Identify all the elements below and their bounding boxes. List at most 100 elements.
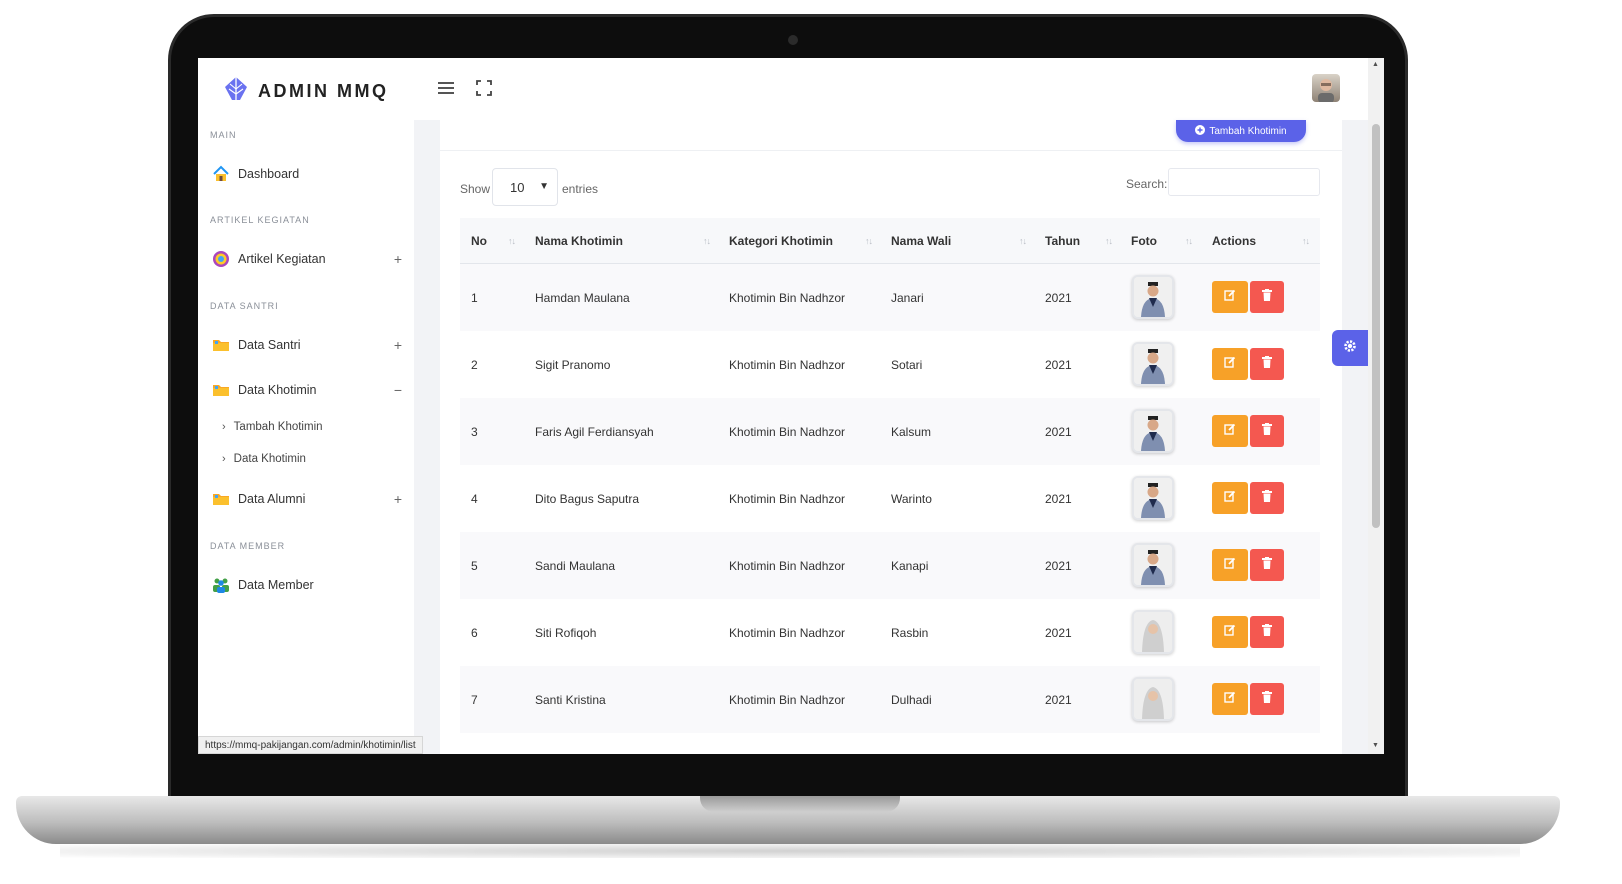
sidebar: ADMIN MMQ MAIN Dashboard ARTIKEL KEGIATA… xyxy=(198,58,414,754)
cell-nama-wali: Sotari xyxy=(891,358,923,372)
collapse-icon[interactable]: − xyxy=(394,382,402,398)
column-header-actions[interactable]: Actions xyxy=(1212,234,1256,248)
column-header-foto[interactable]: Foto xyxy=(1131,234,1157,248)
edit-button[interactable] xyxy=(1212,683,1248,715)
page-length-select[interactable]: 10 ▼ xyxy=(492,168,558,206)
cell-kategori-khotimin: Khotimin Bin Nadhzor xyxy=(729,425,846,439)
fullscreen-icon[interactable] xyxy=(476,80,492,101)
cell-nama-khotimin: Santi Kristina xyxy=(535,693,606,707)
search-input[interactable] xyxy=(1168,168,1320,196)
sidebar-subitem-tambah-khotimin[interactable]: › Tambah Khotimin xyxy=(222,421,323,433)
cell-tahun: 2021 xyxy=(1045,492,1072,506)
section-title-main: MAIN xyxy=(210,130,237,140)
edit-button[interactable] xyxy=(1212,549,1248,581)
khotimin-photo[interactable] xyxy=(1132,409,1174,453)
cell-kategori-khotimin: Khotimin Bin Nadhzor xyxy=(729,492,846,506)
cell-nama-khotimin: Hamdan Maulana xyxy=(535,291,630,305)
edit-button[interactable] xyxy=(1212,616,1248,648)
sort-icon[interactable]: ↑↓ xyxy=(1185,236,1193,246)
sidebar-item-label: Dashboard xyxy=(238,167,300,181)
column-header-nama-khotimin[interactable]: Nama Khotimin xyxy=(535,234,623,248)
logo-icon xyxy=(222,75,250,108)
cell-tahun: 2021 xyxy=(1045,425,1072,439)
laptop-notch xyxy=(700,796,900,812)
cell-kategori-khotimin: Khotimin Bin Nadhzor xyxy=(729,358,846,372)
delete-button[interactable] xyxy=(1250,281,1284,313)
sidebar-item-dashboard[interactable]: Dashboard xyxy=(212,161,402,187)
folder-icon xyxy=(212,336,230,354)
add-khotimin-label: Tambah Khotimin xyxy=(1209,125,1287,137)
sidebar-subitem-label: Data Khotimin xyxy=(233,453,306,465)
trash-icon xyxy=(1262,422,1272,440)
expand-icon[interactable]: + xyxy=(394,337,402,353)
sidebar-item-data-santri[interactable]: Data Santri + xyxy=(212,332,402,358)
sort-icon[interactable]: ↑↓ xyxy=(1019,236,1027,246)
delete-button[interactable] xyxy=(1250,549,1284,581)
khotimin-photo[interactable] xyxy=(1132,543,1174,587)
laptop-shadow xyxy=(60,844,1520,858)
khotimin-photo[interactable] xyxy=(1132,476,1174,520)
edit-icon xyxy=(1224,556,1236,574)
trash-icon xyxy=(1262,288,1272,306)
show-label: Show xyxy=(460,182,491,196)
cell-kategori-khotimin: Khotimin Bin Nadhzor xyxy=(729,291,846,305)
sidebar-item-artikel-kegiatan[interactable]: Artikel Kegiatan + xyxy=(212,246,402,272)
khotimin-photo[interactable] xyxy=(1132,677,1174,721)
trash-icon xyxy=(1262,355,1272,373)
expand-icon[interactable]: + xyxy=(394,491,402,507)
delete-button[interactable] xyxy=(1250,683,1284,715)
brand[interactable]: ADMIN MMQ xyxy=(222,76,388,106)
sort-icon[interactable]: ↑↓ xyxy=(865,236,873,246)
user-avatar[interactable] xyxy=(1312,74,1340,102)
scroll-up-arrow-icon[interactable]: ▲ xyxy=(1372,61,1379,68)
column-header-nama-wali[interactable]: Nama Wali xyxy=(891,234,951,248)
khotimin-photo[interactable] xyxy=(1132,342,1174,386)
cell-kategori-khotimin: Khotimin Bin Nadhzor xyxy=(729,626,846,640)
sidebar-item-data-member[interactable]: Data Member xyxy=(212,572,402,598)
sort-icon[interactable]: ↑↓ xyxy=(1302,236,1310,246)
khotimin-photo[interactable] xyxy=(1132,610,1174,654)
khotimin-table: No ↑↓ Nama Khotimin ↑↓ Kategori Khotimin… xyxy=(460,218,1320,733)
cell-tahun: 2021 xyxy=(1045,693,1072,707)
cell-no: 4 xyxy=(471,492,478,506)
hamburger-menu-icon[interactable] xyxy=(438,81,454,99)
edit-button[interactable] xyxy=(1212,415,1248,447)
cell-nama-khotimin: Sigit Pranomo xyxy=(535,358,611,372)
add-khotimin-button[interactable]: Tambah Khotimin xyxy=(1176,120,1306,142)
delete-button[interactable] xyxy=(1250,415,1284,447)
settings-button[interactable] xyxy=(1332,330,1368,366)
users-icon xyxy=(212,576,230,594)
scroll-down-arrow-icon[interactable]: ▼ xyxy=(1372,742,1379,749)
brand-name: ADMIN MMQ xyxy=(258,80,389,101)
sort-icon[interactable]: ↑↓ xyxy=(703,236,711,246)
table-header: No ↑↓ Nama Khotimin ↑↓ Kategori Khotimin… xyxy=(460,218,1320,264)
vertical-scrollbar[interactable]: ▲ ▼ xyxy=(1368,58,1384,754)
edit-button[interactable] xyxy=(1212,348,1248,380)
expand-icon[interactable]: + xyxy=(394,251,402,267)
edit-button[interactable] xyxy=(1212,482,1248,514)
trash-icon xyxy=(1262,623,1272,641)
column-header-kategori-khotimin[interactable]: Kategori Khotimin xyxy=(729,234,833,248)
sort-icon[interactable]: ↑↓ xyxy=(1105,236,1113,246)
camera-dot xyxy=(788,35,798,45)
cell-nama-wali: Dulhadi xyxy=(891,693,932,707)
card-header-divider xyxy=(440,150,1342,151)
khotimin-photo[interactable] xyxy=(1132,275,1174,319)
cell-no: 2 xyxy=(471,358,478,372)
delete-button[interactable] xyxy=(1250,348,1284,380)
sidebar-item-data-khotimin[interactable]: Data Khotimin − xyxy=(212,377,402,403)
cell-tahun: 2021 xyxy=(1045,358,1072,372)
sort-asc-icon[interactable]: ↑↓ xyxy=(508,236,516,246)
trash-icon xyxy=(1262,556,1272,574)
delete-button[interactable] xyxy=(1250,482,1284,514)
khotimin-table-card: Tambah Khotimin Show 10 ▼ entries Search… xyxy=(440,120,1342,754)
scrollbar-thumb[interactable] xyxy=(1372,124,1380,528)
gear-icon xyxy=(1343,339,1357,358)
delete-button[interactable] xyxy=(1250,616,1284,648)
sidebar-subitem-data-khotimin[interactable]: › Data Khotimin xyxy=(222,453,306,465)
edit-button[interactable] xyxy=(1212,281,1248,313)
chevron-down-icon: ▼ xyxy=(539,181,549,192)
column-header-tahun[interactable]: Tahun xyxy=(1045,234,1080,248)
sidebar-item-data-alumni[interactable]: Data Alumni + xyxy=(212,486,402,512)
column-header-no[interactable]: No xyxy=(471,234,487,248)
